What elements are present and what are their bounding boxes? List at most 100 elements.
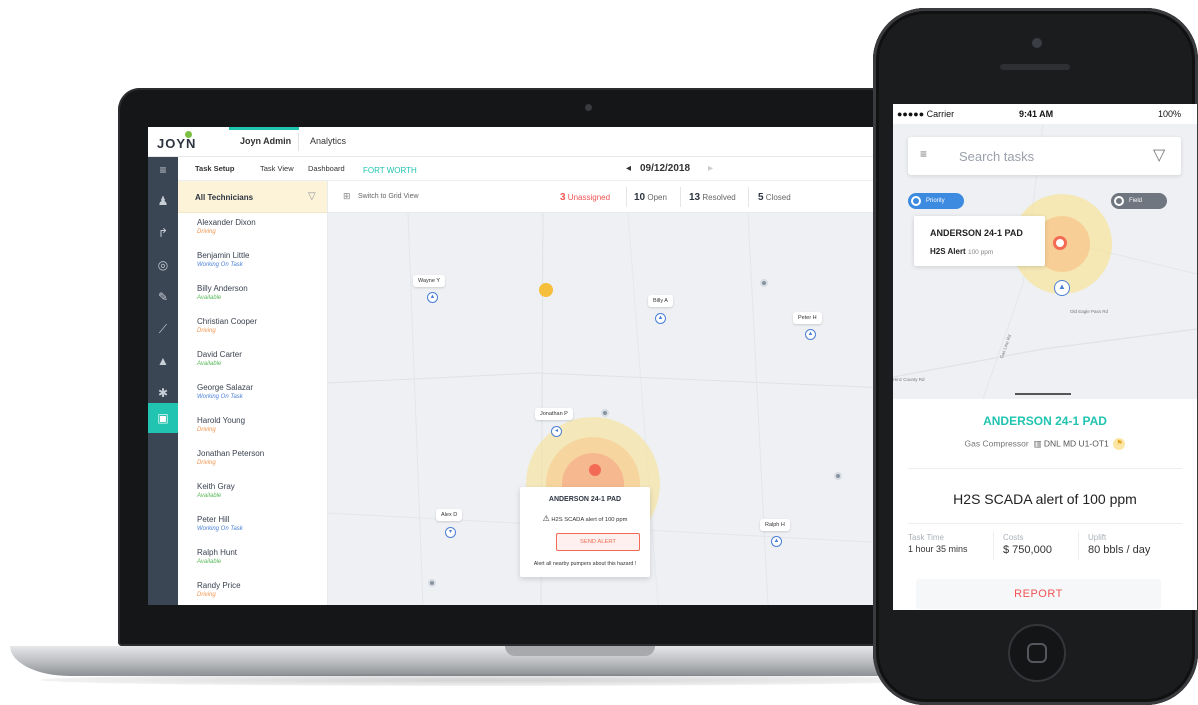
technician-status: Working On Task bbox=[197, 394, 243, 400]
next-date-icon[interactable]: ▸ bbox=[708, 163, 713, 174]
map-info-card[interactable]: ANDERSON 24-1 PAD H2S Alert 100 ppm bbox=[914, 216, 1045, 266]
technician-row[interactable]: George Salazar Working On Task bbox=[178, 378, 327, 411]
navigation-arrow-icon[interactable]: ▾ bbox=[445, 527, 456, 538]
flag-icon[interactable]: ⚑ bbox=[1113, 438, 1126, 450]
technician-row[interactable]: David Carter Available bbox=[178, 345, 327, 378]
tab-analytics[interactable]: Analytics bbox=[310, 136, 346, 146]
grid-view-toggle[interactable]: Switch to Grid View bbox=[358, 193, 419, 200]
navigation-arrow-icon[interactable]: ▲ bbox=[1054, 280, 1070, 296]
report-button[interactable]: REPORT bbox=[916, 579, 1161, 609]
technician-status: Driving bbox=[197, 229, 216, 235]
metric-label: Task Time bbox=[908, 533, 945, 542]
priority-toggle[interactable]: Priority bbox=[908, 193, 964, 209]
city-selector[interactable]: FORT WORTH bbox=[363, 166, 417, 175]
technician-row[interactable]: Harold Young Driving bbox=[178, 411, 327, 444]
technician-name: Billy Anderson bbox=[197, 284, 248, 293]
technician-status: Available bbox=[197, 559, 222, 565]
technician-icon[interactable]: ♟ bbox=[148, 188, 178, 214]
stat-divider bbox=[748, 187, 749, 207]
grid-view-icon[interactable]: ⊞ bbox=[343, 191, 351, 202]
task-marker[interactable] bbox=[760, 279, 768, 287]
metric-costs: Costs $ 750,000 bbox=[1003, 533, 1052, 556]
pin-label-ralph: Ralph H bbox=[760, 519, 790, 531]
technician-row[interactable]: Christian Cooper Driving bbox=[178, 312, 327, 345]
stat-unassigned[interactable]: 3 Unassigned bbox=[560, 192, 610, 203]
map-toolbar: ⊞ Switch to Grid View 3 Unassigned 10 Op… bbox=[328, 181, 888, 213]
sub-nav: Task Setup Task View Dashboard FORT WORT… bbox=[178, 157, 888, 181]
technician-row[interactable]: Benjamin Little Working On Task bbox=[178, 246, 327, 279]
technician-name: Benjamin Little bbox=[197, 251, 250, 260]
navigation-arrow-icon[interactable]: ▲ bbox=[427, 292, 438, 303]
popup-alert-label: H2S SCADA alert of 100 ppm bbox=[551, 517, 628, 523]
menu-icon[interactable]: ≡ bbox=[148, 157, 178, 183]
routes-icon[interactable]: ↱ bbox=[148, 220, 178, 246]
technician-row[interactable]: Alexander Dixon Driving bbox=[178, 213, 327, 246]
home-square-icon bbox=[1027, 643, 1047, 663]
navigation-arrow-icon[interactable]: ▲ bbox=[805, 329, 816, 340]
filter-icon[interactable]: ▽ bbox=[1153, 145, 1165, 165]
task-map[interactable]: Wayne Y ▲ Billy A ▲ Peter H ▲ Jonathan P… bbox=[328, 213, 888, 605]
stat-resolved[interactable]: 13 Resolved bbox=[689, 192, 736, 203]
hazard-marker[interactable] bbox=[1053, 236, 1067, 250]
battery-text: 100% bbox=[1158, 109, 1182, 119]
cost-icon[interactable]: ◎ bbox=[148, 252, 178, 278]
technician-status: Driving bbox=[197, 328, 216, 334]
stat-open[interactable]: 10 Open bbox=[634, 192, 667, 203]
sheet-title: ANDERSON 24-1 PAD bbox=[983, 414, 1107, 428]
divider bbox=[908, 523, 1182, 524]
subtab-dashboard[interactable]: Dashboard bbox=[308, 164, 345, 173]
subtab-task-setup[interactable]: Task Setup bbox=[195, 164, 234, 173]
navigation-arrow-icon[interactable]: ◂ bbox=[551, 426, 562, 437]
navigation-arrow-icon[interactable]: ▲ bbox=[771, 536, 782, 547]
technician-row[interactable]: Billy Anderson Available bbox=[178, 279, 327, 312]
stat-unassigned-count: 3 bbox=[560, 192, 566, 203]
tab-joyn-admin[interactable]: Joyn Admin bbox=[240, 136, 291, 146]
technician-row[interactable]: Randy Price Driving bbox=[178, 576, 327, 605]
stat-closed[interactable]: 5 Closed bbox=[758, 192, 791, 203]
technician-name: Christian Cooper bbox=[197, 317, 258, 326]
task-marker[interactable] bbox=[428, 579, 436, 587]
technician-row[interactable]: Peter Hill Working On Task bbox=[178, 510, 327, 543]
prev-date-icon[interactable]: ◂ bbox=[626, 163, 631, 174]
task-marker[interactable] bbox=[834, 472, 842, 480]
metric-task-time: Task Time 1 hour 35 mins bbox=[908, 533, 968, 554]
technician-row[interactable]: Ralph Hunt Available bbox=[178, 543, 327, 576]
technician-name: Peter Hill bbox=[197, 515, 230, 524]
carrier-text: ●●●●● Carrier bbox=[897, 109, 955, 119]
field-toggle[interactable]: Field bbox=[1111, 193, 1167, 209]
technician-name: Keith Gray bbox=[197, 482, 235, 491]
technician-panel: All Technicians ▽ Alexander Dixon Driving… bbox=[178, 181, 328, 605]
task-detail-sheet: ANDERSON 24-1 PAD Gas Compressor ▥ DNL M… bbox=[893, 393, 1197, 610]
pending-task-marker[interactable] bbox=[539, 283, 553, 297]
phone-camera bbox=[1032, 38, 1042, 48]
bell-icon[interactable]: ▲ bbox=[148, 348, 178, 374]
send-alert-button[interactable]: SEND ALERT bbox=[556, 533, 640, 551]
subtab-task-view[interactable]: Task View bbox=[260, 164, 294, 173]
road-label: Hinz County Rd bbox=[893, 377, 925, 382]
task-marker[interactable] bbox=[601, 409, 609, 417]
sheet-equipment-line: Gas Compressor ▥ DNL MD U1-OT1 ⚑ bbox=[893, 438, 1197, 450]
laptop-shadow bbox=[40, 674, 940, 686]
search-input[interactable]: Search tasks bbox=[959, 149, 1034, 164]
mobile-map[interactable]: ≡ Search tasks ▽ Priority Field ▲ ANDERS… bbox=[893, 124, 1197, 399]
filter-icon[interactable]: ▽ bbox=[308, 191, 316, 202]
navigation-arrow-icon[interactable]: ▲ bbox=[655, 313, 666, 324]
menu-icon[interactable]: ≡ bbox=[920, 147, 927, 161]
technician-row[interactable]: Keith Gray Available bbox=[178, 477, 327, 510]
sheet-drag-handle[interactable] bbox=[1015, 393, 1071, 395]
technician-name: Harold Young bbox=[197, 416, 246, 425]
top-nav: JOYN Joyn Admin Analytics bbox=[148, 127, 888, 157]
stat-open-count: 10 bbox=[634, 192, 646, 203]
stat-divider bbox=[626, 187, 627, 207]
task-setup-icon[interactable]: ▣ bbox=[148, 403, 178, 433]
technician-row[interactable]: Jonathan Peterson Driving bbox=[178, 444, 327, 477]
search-bar[interactable]: ≡ Search tasks ▽ bbox=[908, 137, 1181, 175]
pin-label-billy: Billy A bbox=[648, 295, 673, 307]
chart-icon[interactable]: ⟋ bbox=[148, 316, 178, 342]
panel-title[interactable]: All Technicians bbox=[195, 193, 253, 202]
logo-leaf-icon bbox=[185, 131, 192, 138]
hazard-marker[interactable] bbox=[589, 464, 601, 476]
edit-icon[interactable]: ✎ bbox=[148, 284, 178, 310]
metric-uplift: Uplift 80 bbls / day bbox=[1088, 533, 1150, 556]
technician-status: Available bbox=[197, 361, 222, 367]
